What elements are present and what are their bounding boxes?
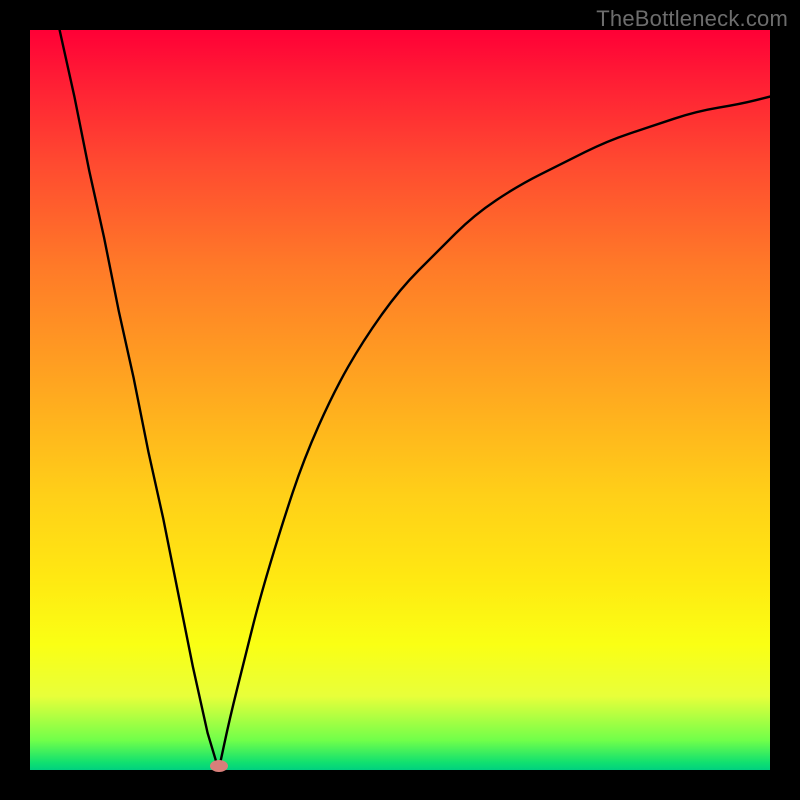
watermark-text: TheBottleneck.com <box>596 6 788 32</box>
minimum-marker <box>210 760 228 772</box>
curve-right-branch <box>219 97 770 770</box>
chart-curve-svg <box>30 30 770 770</box>
chart-frame <box>30 30 770 770</box>
curve-left-branch <box>60 30 219 770</box>
